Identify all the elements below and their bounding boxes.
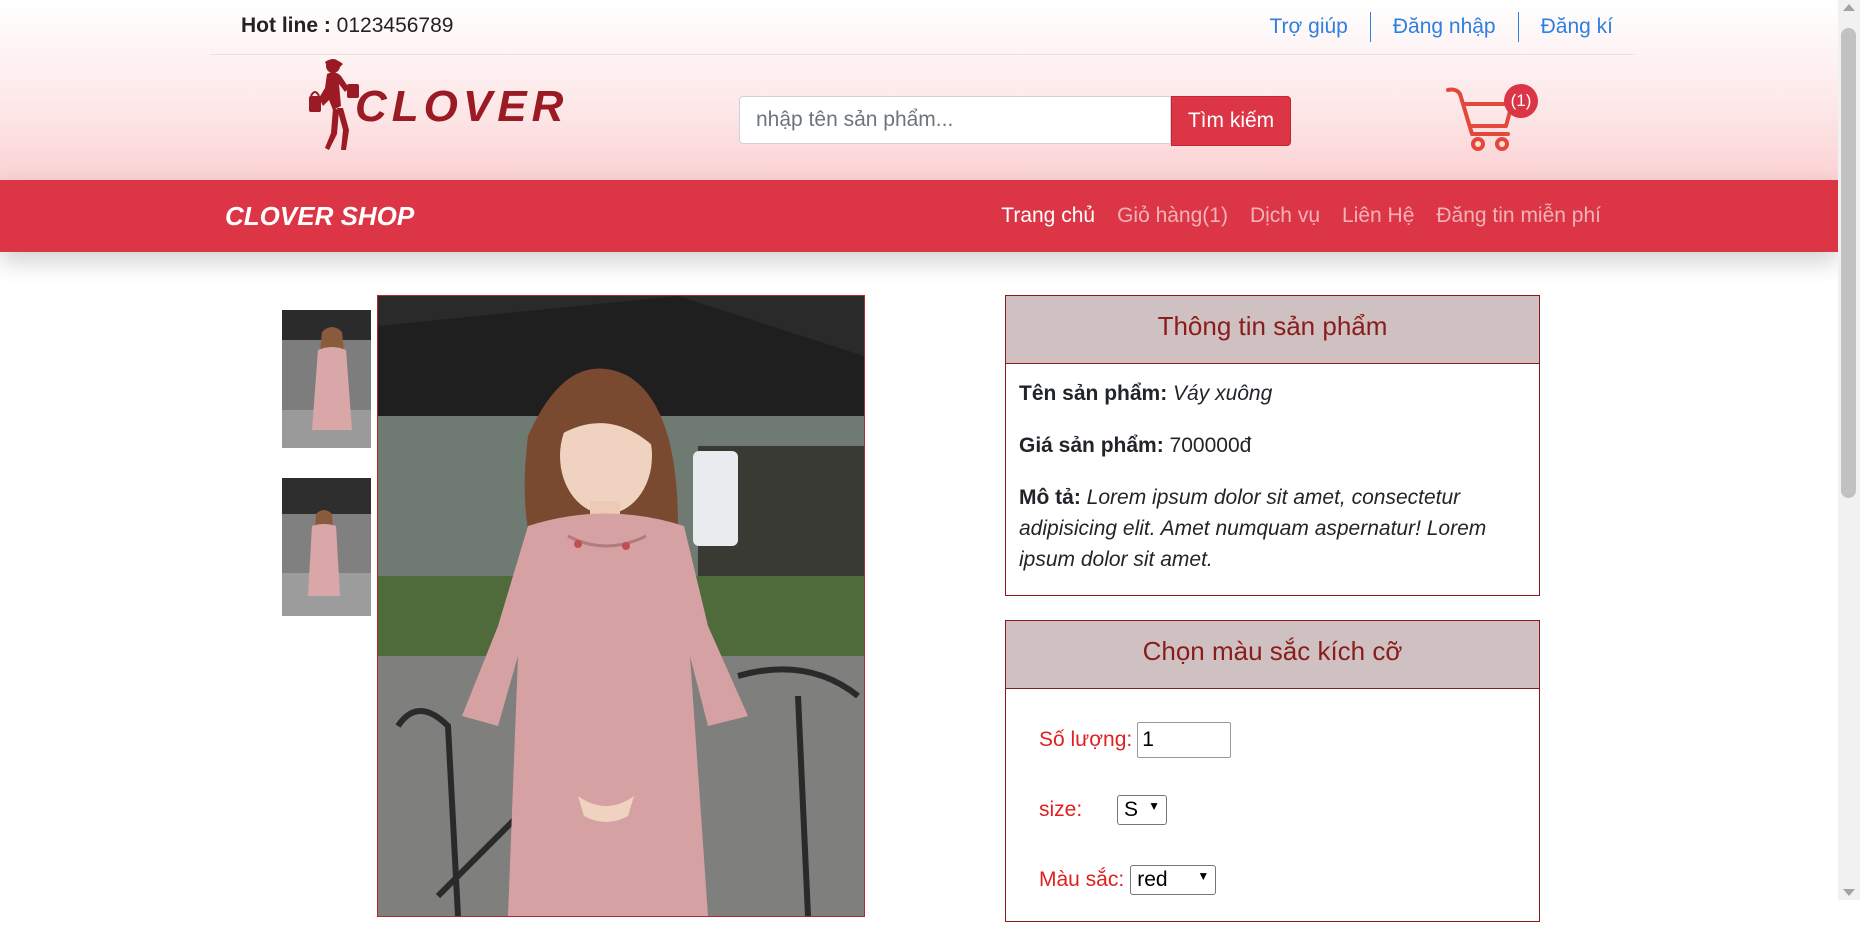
top-bar: Hot line : 0123456789 Trợ giúp Đăng nhập…	[210, 0, 1635, 55]
size-row: size: S ▼	[1039, 791, 1506, 829]
scroll-down-icon[interactable]	[1843, 889, 1855, 896]
size-select[interactable]: S ▼	[1117, 795, 1167, 825]
main-navbar: CLOVER SHOP Trang chủ Giỏ hàng(1) Dịch v…	[0, 180, 1838, 252]
scrollbar-thumb[interactable]	[1841, 28, 1856, 498]
size-label: size:	[1039, 798, 1083, 821]
brand-name[interactable]: CLOVER SHOP	[225, 201, 414, 232]
nav-item-contact[interactable]: Liên Hệ	[1342, 204, 1414, 228]
thumbnail-list	[282, 310, 371, 646]
hotline-label: Hot line :	[241, 14, 331, 37]
product-info-body: Tên sản phẩm: Váy xuông Giá sản phẩm: 70…	[1006, 364, 1539, 595]
product-info-heading: Thông tin sản phẩm	[1006, 296, 1539, 364]
product-name-row: Tên sản phẩm: Váy xuông	[1019, 378, 1526, 409]
help-link[interactable]: Trợ giúp	[1248, 12, 1370, 42]
size-selected-value: S	[1124, 798, 1139, 821]
quantity-row: Số lượng:	[1039, 721, 1506, 759]
nav-item-cart[interactable]: Giỏ hàng(1)	[1117, 204, 1228, 228]
quantity-input[interactable]	[1137, 722, 1232, 758]
options-heading: Chọn màu sắc kích cỡ	[1006, 621, 1539, 689]
logo-text: CLOVER	[355, 82, 568, 131]
login-link[interactable]: Đăng nhập	[1371, 12, 1518, 42]
product-price-label: Giá sản phẩm:	[1019, 434, 1164, 457]
color-selected-value: red	[1137, 868, 1168, 891]
color-label: Màu sắc:	[1039, 868, 1125, 891]
search-bar: Tìm kiếm	[739, 96, 1291, 146]
quantity-label: Số lượng:	[1039, 728, 1133, 751]
dropdown-arrow-icon: ▼	[1148, 799, 1160, 813]
product-thumbnail[interactable]	[282, 310, 371, 448]
product-price-value: 700000đ	[1169, 434, 1252, 457]
product-price-row: Giá sản phẩm: 700000đ	[1019, 430, 1526, 461]
search-button[interactable]: Tìm kiếm	[1171, 96, 1291, 146]
product-name-label: Tên sản phẩm:	[1019, 382, 1168, 405]
scroll-up-icon[interactable]	[1843, 4, 1855, 11]
product-desc-label: Mô tả:	[1019, 486, 1081, 509]
clover-logo[interactable]: CLOVER	[303, 58, 613, 153]
vertical-scrollbar[interactable]	[1838, 0, 1860, 900]
hotline-number: 0123456789	[336, 14, 454, 37]
register-link[interactable]: Đăng kí	[1519, 12, 1635, 42]
search-input[interactable]	[739, 96, 1171, 144]
product-name-value: Váy xuông	[1173, 382, 1273, 405]
nav-menu: Trang chủ Giỏ hàng(1) Dịch vụ Liên Hệ Đă…	[979, 204, 1601, 228]
color-row: Màu sắc: red ▼	[1039, 861, 1506, 899]
nav-item-free-post[interactable]: Đăng tin miễn phí	[1436, 204, 1601, 228]
woman-silhouette-icon	[309, 59, 359, 150]
product-thumbnail[interactable]	[282, 478, 371, 616]
product-desc-row: Mô tả: Lorem ipsum dolor sit amet, conse…	[1019, 482, 1526, 575]
color-select[interactable]: red ▼	[1130, 865, 1217, 895]
dropdown-arrow-icon: ▼	[1197, 869, 1210, 883]
product-desc-value: Lorem ipsum dolor sit amet, consectetur …	[1019, 486, 1487, 571]
account-links: Trợ giúp Đăng nhập Đăng kí	[1248, 12, 1636, 42]
product-main-image[interactable]	[377, 295, 865, 917]
product-info-panel: Thông tin sản phẩm Tên sản phẩm: Váy xuô…	[1005, 295, 1540, 596]
hotline: Hot line : 0123456789	[241, 14, 453, 38]
nav-item-services[interactable]: Dịch vụ	[1250, 204, 1320, 228]
cart-count-badge: (1)	[1504, 84, 1538, 118]
options-panel: Chọn màu sắc kích cỡ Số lượng: size: S ▼…	[1005, 620, 1540, 922]
options-body: Số lượng: size: S ▼ Màu sắc: red ▼	[1006, 689, 1539, 941]
nav-item-home[interactable]: Trang chủ	[1001, 204, 1095, 228]
